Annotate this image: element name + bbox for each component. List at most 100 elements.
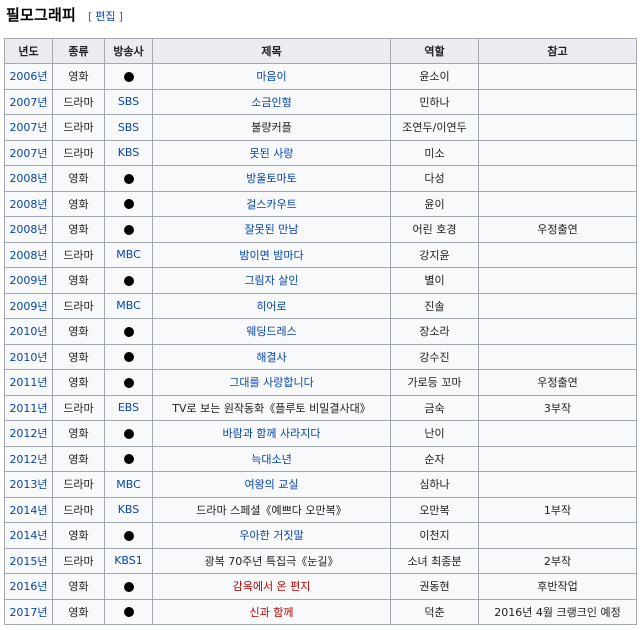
cell-year: 2009년 — [4, 267, 53, 294]
cell-year: 2007년 — [4, 139, 53, 166]
bullet-dot-icon — [123, 71, 134, 82]
cell-broadcaster: MBC — [104, 292, 153, 319]
cell-kind: 드라마 — [52, 88, 105, 115]
year-link[interactable]: 2011년 — [9, 402, 47, 415]
cell-year: 2010년 — [4, 343, 53, 370]
year-link[interactable]: 2008년 — [9, 223, 47, 236]
cell-role: 어린 호경 — [390, 216, 479, 243]
year-link[interactable]: 2016년 — [9, 580, 47, 593]
filmography-table: 년도 종류 방송사 제목 역할 참고 2006년 영화 마음이 윤소이 2007년 드라마… — [4, 38, 637, 625]
year-link[interactable]: 2009년 — [9, 274, 47, 287]
year-link[interactable]: 2008년 — [9, 198, 47, 211]
year-link[interactable]: 2013년 — [9, 478, 47, 491]
cell-broadcaster: KBS1 — [104, 547, 153, 574]
cell-broadcaster: KBS — [104, 496, 153, 523]
broadcaster-link[interactable]: MBC — [116, 478, 141, 491]
title-link[interactable]: 그대를 사랑합니다 — [229, 376, 313, 389]
broadcaster-link[interactable]: SBS — [118, 121, 139, 134]
broadcaster-link[interactable]: EBS — [118, 401, 139, 414]
cell-role: 권동현 — [390, 573, 479, 600]
year-link[interactable]: 2006년 — [9, 70, 47, 83]
title-link[interactable]: 밤이면 밤마다 — [239, 249, 303, 262]
title-link[interactable]: 바람과 함께 사라지다 — [222, 427, 320, 440]
cell-title: 마음이 — [152, 63, 391, 90]
table-row: 2007년 드라마 KBS 못된 사랑 미소 — [4, 139, 637, 166]
broadcaster-link[interactable]: MBC — [116, 299, 141, 312]
title-link[interactable]: 해결사 — [256, 351, 286, 364]
cell-year: 2007년 — [4, 88, 53, 115]
cell-title: 우아한 거짓말 — [152, 522, 391, 549]
page: 필모그래피 [편집] 년도 종류 방송사 제목 역할 참고 2006년 영화 마음이… — [0, 0, 640, 630]
cell-kind: 영화 — [52, 573, 105, 600]
cell-title: 그대를 사랑합니다 — [152, 369, 391, 396]
year-link[interactable]: 2010년 — [9, 325, 47, 338]
broadcaster-link[interactable]: MBC — [116, 248, 141, 261]
title-link[interactable]: 걸스카우트 — [246, 198, 297, 211]
year-link[interactable]: 2008년 — [9, 172, 47, 185]
year-link[interactable]: 2007년 — [9, 96, 47, 109]
cell-title: 광복 70주년 특집극《눈길》 — [152, 547, 391, 574]
cell-note — [478, 471, 637, 498]
broadcaster-link[interactable]: SBS — [118, 95, 139, 108]
cell-year: 2008년 — [4, 241, 53, 268]
cell-title: 걸스카우트 — [152, 190, 391, 217]
title-link[interactable]: 신과 함께 — [250, 606, 294, 619]
year-link[interactable]: 2009년 — [9, 300, 47, 313]
year-link[interactable]: 2014년 — [9, 504, 47, 517]
table-row: 2008년 영화 방울토마토 다성 — [4, 165, 637, 192]
bullet-dot-icon — [123, 352, 134, 363]
cell-title: 밤이면 밤마다 — [152, 241, 391, 268]
title-link[interactable]: 마음이 — [256, 70, 286, 83]
cell-role: 윤소이 — [390, 63, 479, 90]
table-row: 2007년 드라마 SBS 소금인형 민하나 — [4, 88, 637, 115]
year-link[interactable]: 2008년 — [9, 249, 47, 262]
broadcaster-link[interactable]: KBS — [118, 503, 140, 516]
year-link[interactable]: 2015년 — [9, 555, 47, 568]
edit-link[interactable]: 편집 — [95, 10, 115, 23]
year-link[interactable]: 2011년 — [9, 376, 47, 389]
title-link[interactable]: 못된 사랑 — [250, 147, 294, 160]
table-row: 2008년 영화 걸스카우트 윤이 — [4, 190, 637, 217]
title-link[interactable]: 웨딩드레스 — [246, 325, 297, 338]
year-link[interactable]: 2007년 — [9, 147, 47, 160]
cell-year: 2006년 — [4, 63, 53, 90]
title-link[interactable]: 소금인형 — [251, 96, 291, 109]
title-link[interactable]: 감옥에서 온 편지 — [233, 580, 311, 593]
title-link[interactable]: 잘못된 만남 — [244, 223, 298, 236]
year-link[interactable]: 2017년 — [9, 606, 47, 619]
cell-note: 후반작업 — [478, 573, 637, 600]
cell-broadcaster — [104, 190, 153, 217]
title-link[interactable]: 여왕의 교실 — [244, 478, 298, 491]
cell-title: 소금인형 — [152, 88, 391, 115]
year-link[interactable]: 2007년 — [9, 121, 47, 134]
cell-role: 윤이 — [390, 190, 479, 217]
broadcaster-link[interactable]: KBS1 — [114, 554, 143, 567]
table-row: 2011년 영화 그대를 사랑합니다 가로등 꼬마 우정출연 — [4, 369, 637, 396]
broadcaster-link[interactable]: KBS — [118, 146, 140, 159]
cell-broadcaster: MBC — [104, 471, 153, 498]
title-link[interactable]: 늑대소년 — [251, 453, 291, 466]
year-link[interactable]: 2014년 — [9, 529, 47, 542]
title-link[interactable]: 히어로 — [256, 300, 286, 313]
cell-kind: 드라마 — [52, 471, 105, 498]
title-link[interactable]: 그림자 살인 — [244, 274, 298, 287]
cell-broadcaster — [104, 369, 153, 396]
title-link[interactable]: 방울토마토 — [246, 172, 297, 185]
year-link[interactable]: 2012년 — [9, 453, 47, 466]
cell-title: 감옥에서 온 편지 — [152, 573, 391, 600]
bullet-dot-icon — [123, 530, 134, 541]
cell-broadcaster: KBS — [104, 139, 153, 166]
cell-role: 오만복 — [390, 496, 479, 523]
cell-title: 신과 함께 — [152, 598, 391, 625]
title-link[interactable]: 우아한 거짓말 — [239, 529, 303, 542]
cell-kind: 영화 — [52, 63, 105, 90]
cell-role: 덕춘 — [390, 598, 479, 625]
cell-role: 이천지 — [390, 522, 479, 549]
cell-role: 별이 — [390, 267, 479, 294]
year-link[interactable]: 2010년 — [9, 351, 47, 364]
cell-year: 2017년 — [4, 598, 53, 625]
cell-note — [478, 343, 637, 370]
cell-year: 2008년 — [4, 165, 53, 192]
year-link[interactable]: 2012년 — [9, 427, 47, 440]
cell-note — [478, 165, 637, 192]
